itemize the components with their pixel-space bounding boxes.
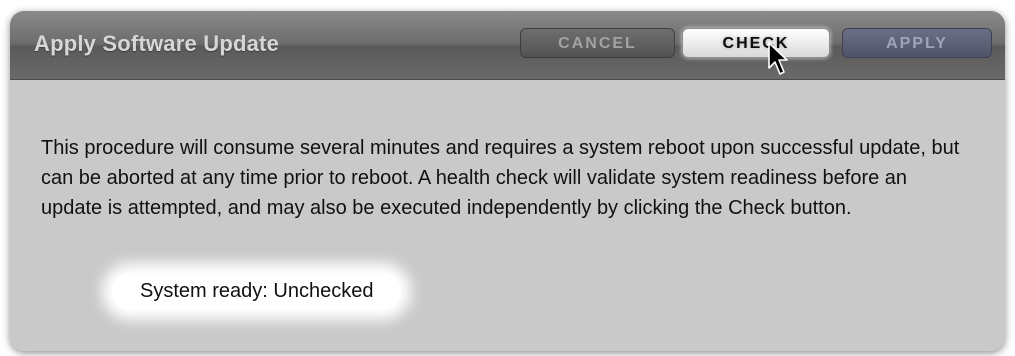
dialog-title: Apply Software Update	[34, 31, 280, 56]
apply-button[interactable]: APPLY	[842, 28, 992, 58]
dialog-description: This procedure will consume several minu…	[41, 137, 960, 219]
cancel-button[interactable]: CANCEL	[520, 28, 675, 58]
mouse-pointer-icon	[768, 42, 788, 75]
dialog-header: Apply Software Update CANCEL CHECK APPLY	[10, 11, 1005, 80]
check-button[interactable]: CHECK	[682, 28, 830, 58]
system-ready-status: System ready: Unchecked	[112, 273, 402, 310]
apply-software-update-dialog: Apply Software Update CANCEL CHECK APPLY…	[10, 11, 1005, 351]
